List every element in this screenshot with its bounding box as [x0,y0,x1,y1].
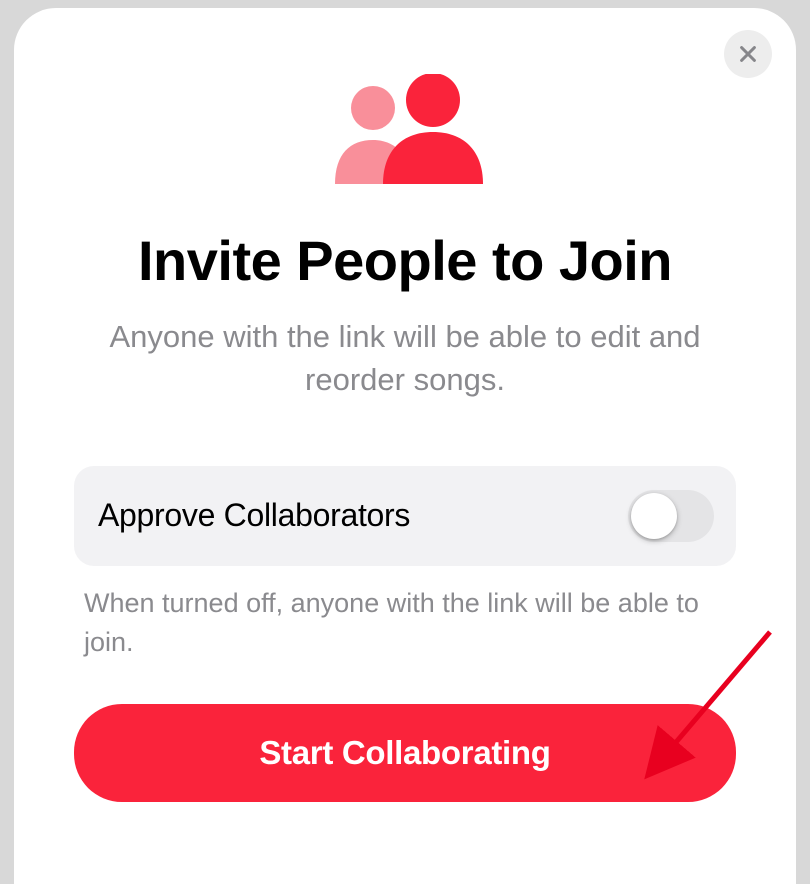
toggle-knob [631,493,677,539]
approve-collaborators-row: Approve Collaborators [74,466,736,566]
approve-collaborators-toggle[interactable] [628,490,714,542]
people-icon-container [14,8,796,184]
invite-modal: Invite People to Join Anyone with the li… [14,8,796,884]
start-collaborating-button[interactable]: Start Collaborating [74,704,736,802]
close-button[interactable] [724,30,772,78]
approve-collaborators-helper: When turned off, anyone with the link wi… [84,584,726,662]
close-icon [737,43,759,65]
people-icon [315,74,495,184]
modal-subtitle: Anyone with the link will be able to edi… [14,315,796,402]
modal-title: Invite People to Join [14,228,796,293]
approve-collaborators-label: Approve Collaborators [98,497,410,534]
